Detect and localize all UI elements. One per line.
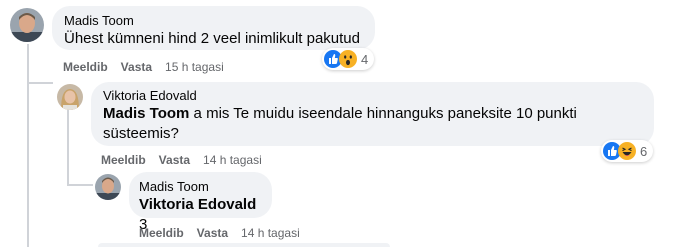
reply-button[interactable]: Vasta bbox=[197, 226, 228, 240]
comment-author[interactable]: Madis Toom bbox=[139, 179, 262, 195]
like-button[interactable]: Meeldib bbox=[101, 153, 146, 167]
comment-bubble: Madis Toom Ühest kümneni hind 2 veel ini… bbox=[52, 6, 375, 50]
avatar-image bbox=[10, 8, 44, 42]
thread-line-nested-branch bbox=[67, 184, 93, 186]
avatar[interactable] bbox=[10, 8, 44, 42]
thread-line-branch bbox=[27, 82, 53, 84]
comment-bubble: Madis Toom Viktoria Edovald 3 bbox=[129, 172, 272, 233]
comment-text: Ühest kümneni hind 2 veel inimlikult pak… bbox=[64, 30, 360, 47]
reaction-summary[interactable]: 6 bbox=[601, 140, 654, 162]
comment-actions: Meeldib Vasta 14 h tagasi bbox=[139, 226, 300, 240]
thread-line-nested bbox=[67, 110, 69, 186]
mention-link[interactable]: Viktoria Edovald bbox=[139, 196, 256, 213]
reaction-count: 4 bbox=[361, 51, 369, 67]
comment-bubble-partial bbox=[98, 243, 390, 247]
reaction-summary[interactable]: 4 bbox=[322, 48, 375, 70]
comment-actions: Meeldib Vasta 14 h tagasi bbox=[101, 153, 262, 167]
comment-author[interactable]: Madis Toom bbox=[64, 13, 363, 29]
thread-line-main bbox=[27, 44, 29, 247]
avatar-image bbox=[57, 84, 83, 110]
comment-timestamp[interactable]: 15 h tagasi bbox=[165, 60, 224, 74]
avatar[interactable] bbox=[57, 84, 83, 110]
reply-button[interactable]: Vasta bbox=[159, 153, 190, 167]
avatar[interactable] bbox=[95, 174, 121, 200]
comment-actions: Meeldib Vasta 15 h tagasi bbox=[63, 60, 224, 74]
like-button[interactable]: Meeldib bbox=[63, 60, 108, 74]
reply-button[interactable]: Vasta bbox=[121, 60, 152, 74]
avatar-image bbox=[95, 174, 121, 200]
comment-text: Madis Toom a mis Te muidu iseendale hinn… bbox=[103, 104, 642, 144]
wow-icon bbox=[339, 50, 357, 68]
reaction-count: 6 bbox=[640, 143, 648, 159]
comment-timestamp[interactable]: 14 h tagasi bbox=[241, 226, 300, 240]
mention-link[interactable]: Madis Toom bbox=[103, 105, 189, 122]
comment-author[interactable]: Viktoria Edovald bbox=[103, 88, 642, 104]
haha-icon bbox=[618, 142, 636, 160]
comment-bubble: Viktoria Edovald Madis Toom a mis Te mui… bbox=[91, 82, 654, 146]
like-button[interactable]: Meeldib bbox=[139, 226, 184, 240]
comment-timestamp[interactable]: 14 h tagasi bbox=[203, 153, 262, 167]
